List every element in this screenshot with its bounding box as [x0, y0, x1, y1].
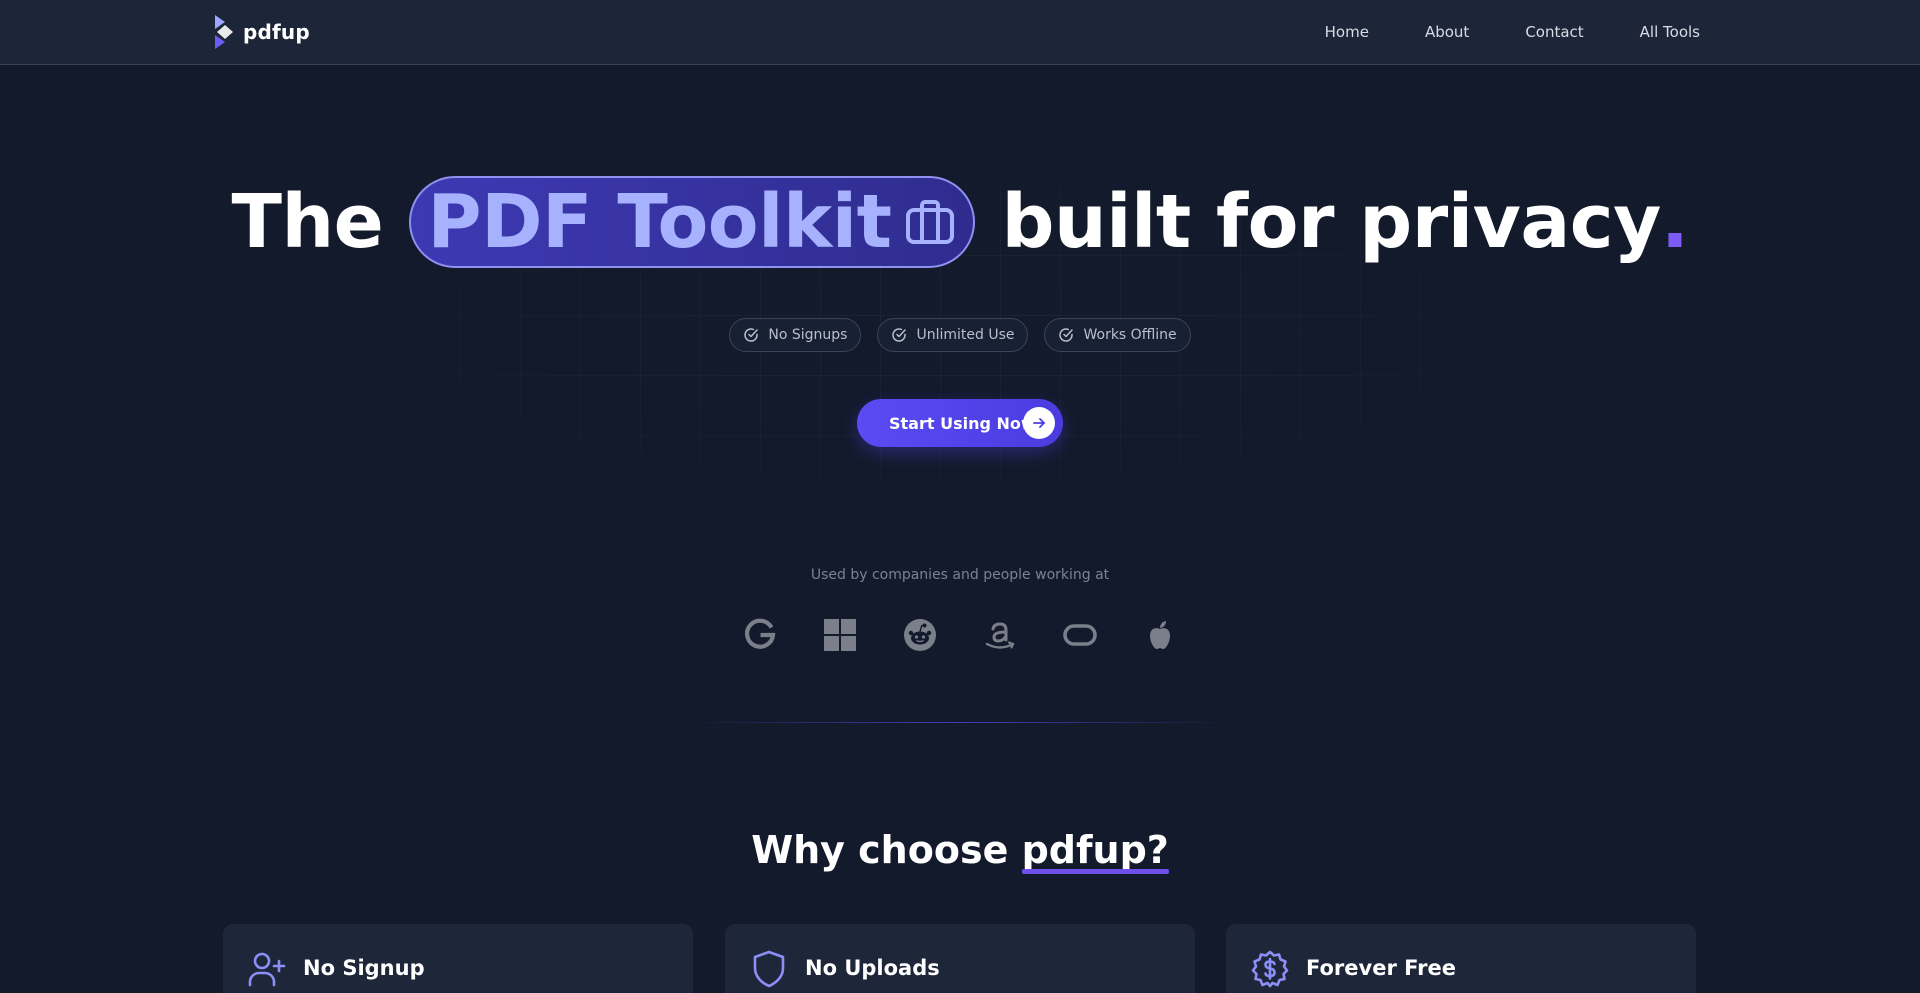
arrow-right-icon	[1023, 407, 1055, 439]
apple-icon	[1140, 615, 1180, 655]
brand-name: pdfup	[243, 20, 310, 44]
reddit-icon	[900, 615, 940, 655]
feature-card-forever-free: Forever Free	[1226, 924, 1696, 993]
badge-label: No Signups	[768, 327, 848, 343]
used-by-caption: Used by companies and people working at	[810, 567, 1110, 583]
badge-label: Unlimited Use	[916, 327, 1015, 343]
why-title-brand-text: pdfup?	[1021, 828, 1169, 872]
company-logos	[0, 615, 1920, 655]
check-circle-icon	[1059, 328, 1074, 342]
why-choose-heading: Why choose pdfup?	[0, 828, 1920, 874]
dollar-badge-icon	[1251, 950, 1289, 988]
badge-unlimited-use: Unlimited Use	[877, 318, 1029, 352]
start-using-now-button[interactable]: Start Using Now	[857, 399, 1063, 447]
nav-home[interactable]: Home	[1325, 23, 1369, 41]
badge-label: Works Offline	[1083, 327, 1177, 343]
hero-title-dot: .	[1660, 179, 1689, 265]
pdfup-logo-icon	[215, 15, 233, 49]
check-circle-icon	[744, 328, 759, 342]
google-icon	[740, 615, 780, 655]
amazon-icon	[980, 615, 1020, 655]
hero-title-before: The	[231, 179, 384, 265]
feature-badges: No Signups Unlimited Use Works Offline	[0, 317, 1920, 353]
check-circle-icon	[892, 328, 907, 342]
nav-contact[interactable]: Contact	[1525, 23, 1583, 41]
nav-all-tools[interactable]: All Tools	[1640, 23, 1700, 41]
hero-title-highlight: PDF Toolkit	[427, 179, 892, 265]
hero-title-after: built for privacy	[1001, 179, 1661, 265]
feature-card-no-signup: No Signup	[223, 924, 693, 993]
main-nav: Home About Contact All Tools	[1269, 0, 1700, 64]
card-title: No Uploads	[805, 956, 940, 980]
site-header: pdfup Home About Contact All Tools	[0, 0, 1920, 65]
hero-title: The PDF Toolkit built for privacy.	[0, 172, 1920, 272]
briefcase-icon	[906, 200, 955, 244]
shield-icon	[753, 950, 785, 988]
badge-no-signups: No Signups	[729, 318, 862, 352]
feature-card-no-uploads: No Uploads	[725, 924, 1195, 993]
why-title-underline	[1021, 869, 1169, 874]
why-title-brand: pdfup?	[1021, 828, 1169, 874]
brand[interactable]: pdfup	[213, 14, 310, 50]
oculus-icon	[1060, 615, 1100, 655]
why-title-prefix: Why choose	[751, 828, 1009, 872]
user-plus-icon	[248, 952, 286, 987]
windows-icon	[820, 615, 860, 655]
card-title: Forever Free	[1306, 956, 1456, 980]
cta-label: Start Using Now	[889, 413, 1036, 433]
card-title: No Signup	[303, 956, 425, 980]
nav-about[interactable]: About	[1425, 23, 1469, 41]
section-divider	[685, 722, 1235, 723]
hero-title-highlight-pill: PDF Toolkit	[409, 176, 976, 268]
badge-works-offline: Works Offline	[1044, 318, 1191, 352]
